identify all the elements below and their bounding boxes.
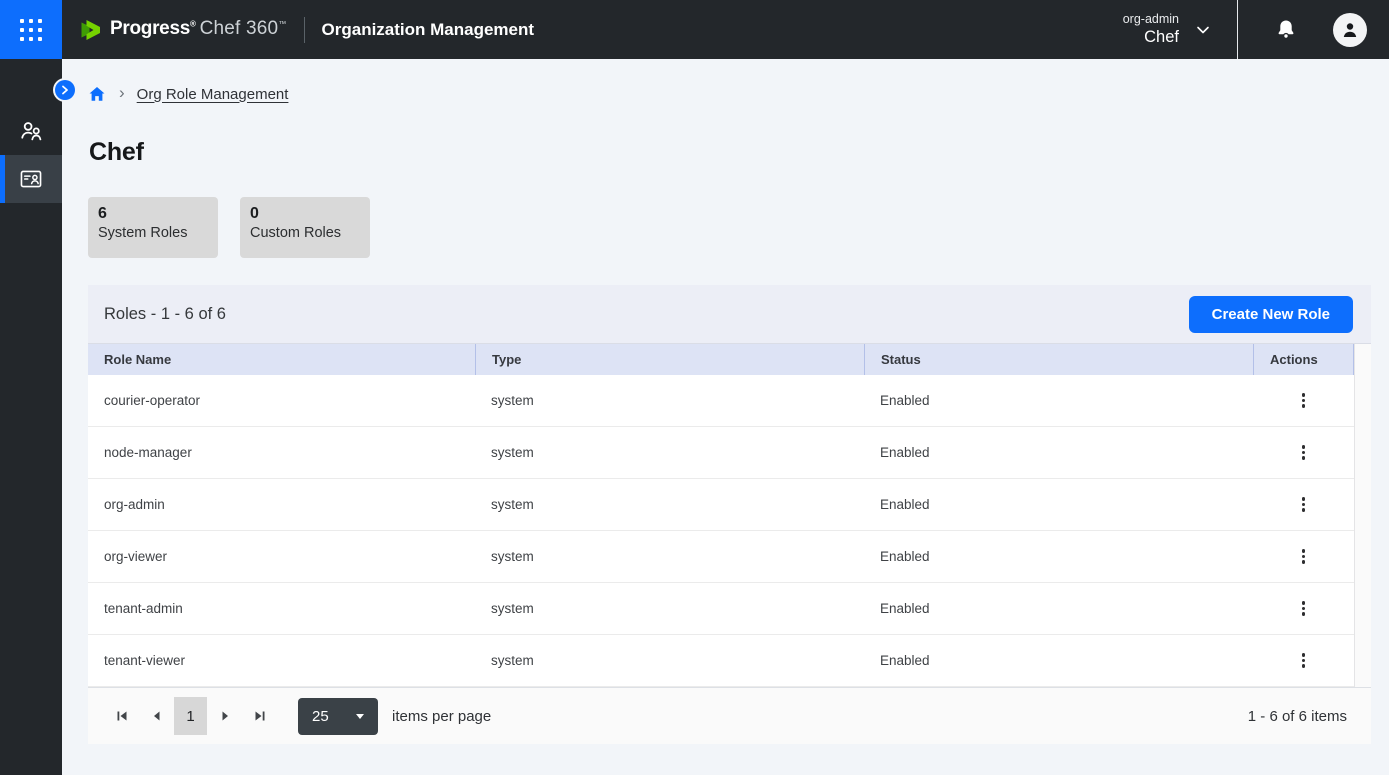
page-range-label: 1 - 6 of 6 items [1248,708,1347,725]
last-page-button[interactable] [242,699,277,733]
table-row: tenant-viewer system Enabled [88,635,1354,687]
role-type-cell: system [475,393,864,408]
custom-roles-count: 0 [250,205,360,223]
stat-card-custom-roles[interactable]: 0 Custom Roles [240,197,370,258]
role-type-cell: system [475,445,864,460]
first-page-button[interactable] [104,699,139,733]
chevron-right-icon [60,85,70,95]
role-name-cell: org-admin [88,497,475,512]
role-status-cell: Enabled [864,653,1253,668]
previous-page-icon [151,710,163,722]
page-size-value: 25 [312,708,329,725]
grid-title: Roles - 1 - 6 of 6 [104,305,226,324]
role-type-cell: system [475,549,864,564]
caret-down-icon [354,710,366,722]
users-icon [18,118,45,145]
brand-name: Progress® [110,18,196,40]
system-roles-label: System Roles [98,225,208,241]
breadcrumb-separator-icon: › [119,83,125,103]
bell-icon [1274,18,1298,42]
org-name-label: Chef [1123,27,1179,48]
role-type-cell: system [475,653,864,668]
grid-toolbar: Roles - 1 - 6 of 6 Create New Role [88,285,1371,344]
page-title: Chef [89,138,1389,167]
top-bar: Progress® Chef 360™ Organization Managem… [0,0,1389,59]
row-actions-menu-button[interactable] [1290,491,1318,519]
items-per-page-label: items per page [392,708,491,725]
breadcrumb-link[interactable]: Org Role Management [137,86,289,103]
grid-header-row: Role Name Type Status Actions [88,344,1354,375]
user-avatar-button[interactable] [1333,13,1367,47]
system-roles-count: 6 [98,205,208,223]
create-new-role-button[interactable]: Create New Role [1189,296,1353,333]
role-status-cell: Enabled [864,393,1253,408]
row-actions-menu-button[interactable] [1290,543,1318,571]
stat-card-system-roles[interactable]: 6 System Roles [88,197,218,258]
org-switcher[interactable]: org-admin Chef [1123,11,1211,49]
page-number-button[interactable]: 1 [174,697,207,735]
role-name-cell: org-viewer [88,549,475,564]
role-name-cell: node-manager [88,445,475,460]
role-type-cell: system [475,601,864,616]
first-page-icon [115,709,129,723]
app-title: Organization Management [322,20,535,40]
table-row: org-viewer system Enabled [88,531,1354,583]
sidebar-item-users[interactable] [0,107,62,155]
roles-grid: Roles - 1 - 6 of 6 Create New Role Role … [88,285,1371,744]
role-status-cell: Enabled [864,497,1253,512]
role-status-cell: Enabled [864,549,1253,564]
row-actions-menu-button[interactable] [1290,387,1318,415]
sidebar [0,59,62,775]
role-status-cell: Enabled [864,601,1253,616]
brand-logo: Progress® Chef 360™ [79,18,287,42]
app-launcher-button[interactable] [0,0,62,59]
column-header-status[interactable]: Status [864,344,1253,375]
previous-page-button[interactable] [139,699,174,733]
stats-row: 6 System Roles 0 Custom Roles [88,197,1389,258]
row-actions-menu-button[interactable] [1290,595,1318,623]
table-row: courier-operator system Enabled [88,375,1354,427]
row-actions-menu-button[interactable] [1290,439,1318,467]
grid-scrollbar-gutter[interactable] [1354,344,1371,687]
main-content: › Org Role Management Chef 6 System Role… [62,59,1389,744]
row-actions-menu-button[interactable] [1290,647,1318,675]
org-role-label: org-admin [1123,11,1179,27]
notifications-button[interactable] [1262,0,1310,59]
table-row: org-admin system Enabled [88,479,1354,531]
breadcrumb: › Org Role Management [88,84,1389,104]
role-name-cell: tenant-admin [88,601,475,616]
sidebar-item-roles[interactable] [0,155,62,203]
progress-logo-icon [79,18,103,42]
page-size-select[interactable]: 25 [298,698,378,735]
user-icon [1340,20,1360,40]
pagination-bar: 1 25 items per page 1 - 6 of 6 items [88,687,1371,744]
role-status-cell: Enabled [864,445,1253,460]
expand-sidebar-button[interactable] [55,80,75,100]
last-page-icon [253,709,267,723]
table-row: tenant-admin system Enabled [88,583,1354,635]
column-header-type[interactable]: Type [475,344,864,375]
next-page-button[interactable] [207,699,242,733]
chevron-down-icon [1195,22,1211,38]
custom-roles-label: Custom Roles [250,225,360,241]
brand-suffix: Chef 360™ [200,18,287,40]
next-page-icon [219,710,231,722]
column-header-role-name[interactable]: Role Name [88,344,475,375]
brand-divider [304,17,305,43]
role-name-cell: courier-operator [88,393,475,408]
breadcrumb-home-link[interactable] [88,85,106,103]
role-name-cell: tenant-viewer [88,653,475,668]
role-type-cell: system [475,497,864,512]
topbar-divider [1237,0,1238,59]
table-row: node-manager system Enabled [88,427,1354,479]
home-icon [88,85,106,103]
column-header-actions: Actions [1253,344,1354,375]
role-card-icon [18,166,44,192]
app-launcher-icon [20,19,42,41]
